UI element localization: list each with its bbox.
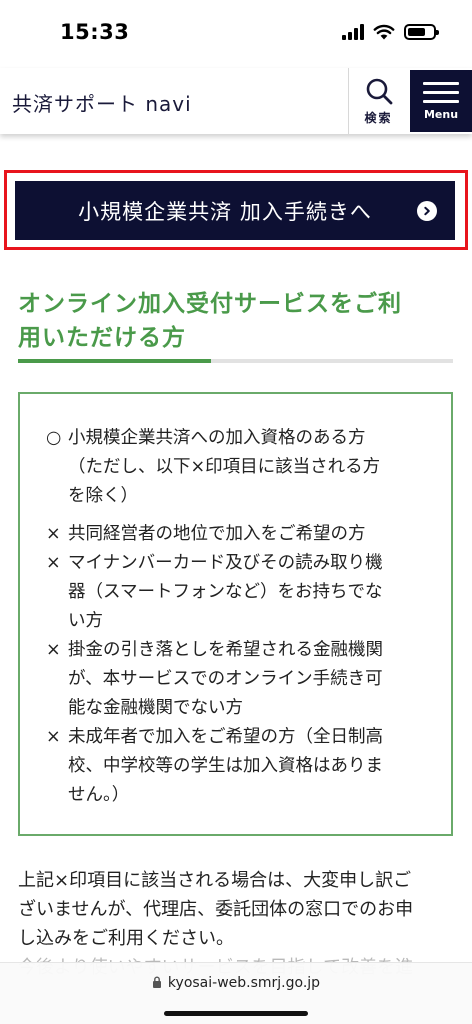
eligible-item: ○ 小規模企業共済への加入資格のある方 （ただし、以下×印項目に該当される方 を… <box>46 424 439 511</box>
circle-mark: ○ <box>46 428 62 448</box>
criteria-line: 共同経営者の地位で加入をご希望の方 <box>68 524 366 544</box>
exclusion-item: × 未成年者で加入をご希望の方（全日制高 校、中学校等の学生は加入資格はありま … <box>46 723 439 810</box>
status-bar: 15:33 <box>0 0 472 68</box>
menu-button[interactable]: Menu <box>410 70 472 132</box>
search-button[interactable]: 検索 <box>348 68 408 134</box>
site-title[interactable]: 共済サポート navi <box>12 88 192 117</box>
menu-label: Menu <box>423 107 459 121</box>
criteria-line: （ただし、以下×印項目に該当される方 <box>68 457 381 477</box>
paragraph-line: 上記×印項目に該当される場合は、大変申し訳ご <box>18 870 412 891</box>
status-time: 15:33 <box>60 20 130 44</box>
criteria-line: を除く） <box>68 486 138 506</box>
url-domain: kyosai-web.smrj.go.jp <box>167 975 321 991</box>
section-title-line: オンライン加入受付サービスをご利 <box>18 291 402 317</box>
criteria-line: 校、中学校等の学生は加入資格はありま <box>68 756 383 776</box>
lock-icon <box>152 976 161 988</box>
section-title-line: 用いただける方 <box>18 325 186 351</box>
criteria-line: マイナンバーカード及びその読み取り機 <box>68 553 383 573</box>
wifi-icon <box>373 24 395 40</box>
criteria-line: 未成年者で加入をご希望の方（全日制高 <box>68 727 383 747</box>
paragraph-line: し込みをご利用ください。 <box>18 928 234 949</box>
criteria-line: 器（スマートフォンなど）をお持ちでな <box>68 582 383 602</box>
enrollment-procedure-button[interactable]: 小規模企業共済 加入手続きへ <box>15 181 455 240</box>
hamburger-icon <box>423 81 459 103</box>
eligibility-box: ○ 小規模企業共済への加入資格のある方 （ただし、以下×印項目に該当される方 を… <box>18 392 453 836</box>
criteria-line: 掛金の引き落としを希望される金融機関 <box>68 640 383 660</box>
chevron-right-circle-icon <box>417 201 437 221</box>
site-header: 共済サポート navi 検索 Menu <box>0 68 472 134</box>
home-indicator[interactable] <box>164 1011 308 1016</box>
status-icons <box>342 24 439 40</box>
search-label: 検索 <box>364 110 393 125</box>
cross-mark: × <box>46 553 61 573</box>
url-display[interactable]: kyosai-web.smrj.go.jp <box>0 975 472 991</box>
cta-label: 小規模企業共済 加入手続きへ <box>78 199 372 224</box>
browser-url-bar[interactable]: kyosai-web.smrj.go.jp <box>0 962 472 1024</box>
cross-mark: × <box>46 640 61 660</box>
paragraph-line: ざいませんが、代理店、委託団体の窓口でのお申 <box>18 899 414 920</box>
exclusion-item: × 共同経営者の地位で加入をご希望の方 <box>46 520 439 549</box>
criteria-line: 小規模企業共済への加入資格のある方 <box>68 428 366 448</box>
section-divider-accent <box>18 359 211 363</box>
section-title: オンライン加入受付サービスをご利 用いただける方 <box>18 287 458 355</box>
cross-mark: × <box>46 524 61 544</box>
cellular-signal-icon <box>342 24 364 40</box>
criteria-line: 能な金融機関でない方 <box>68 698 243 718</box>
exclusion-item: × 掛金の引き落としを希望される金融機関 が、本サービスでのオンライン手続き可 … <box>46 636 439 723</box>
battery-icon <box>404 24 439 40</box>
criteria-line: が、本サービスでのオンライン手続き可 <box>68 669 383 689</box>
section-divider <box>18 359 453 363</box>
criteria-line: い方 <box>68 611 103 631</box>
cross-mark: × <box>46 727 61 747</box>
exclusion-item: × マイナンバーカード及びその読み取り機 器（スマートフォンなど）をお持ちでな … <box>46 549 439 636</box>
search-icon <box>366 78 392 104</box>
criteria-line: せん。） <box>68 785 130 805</box>
